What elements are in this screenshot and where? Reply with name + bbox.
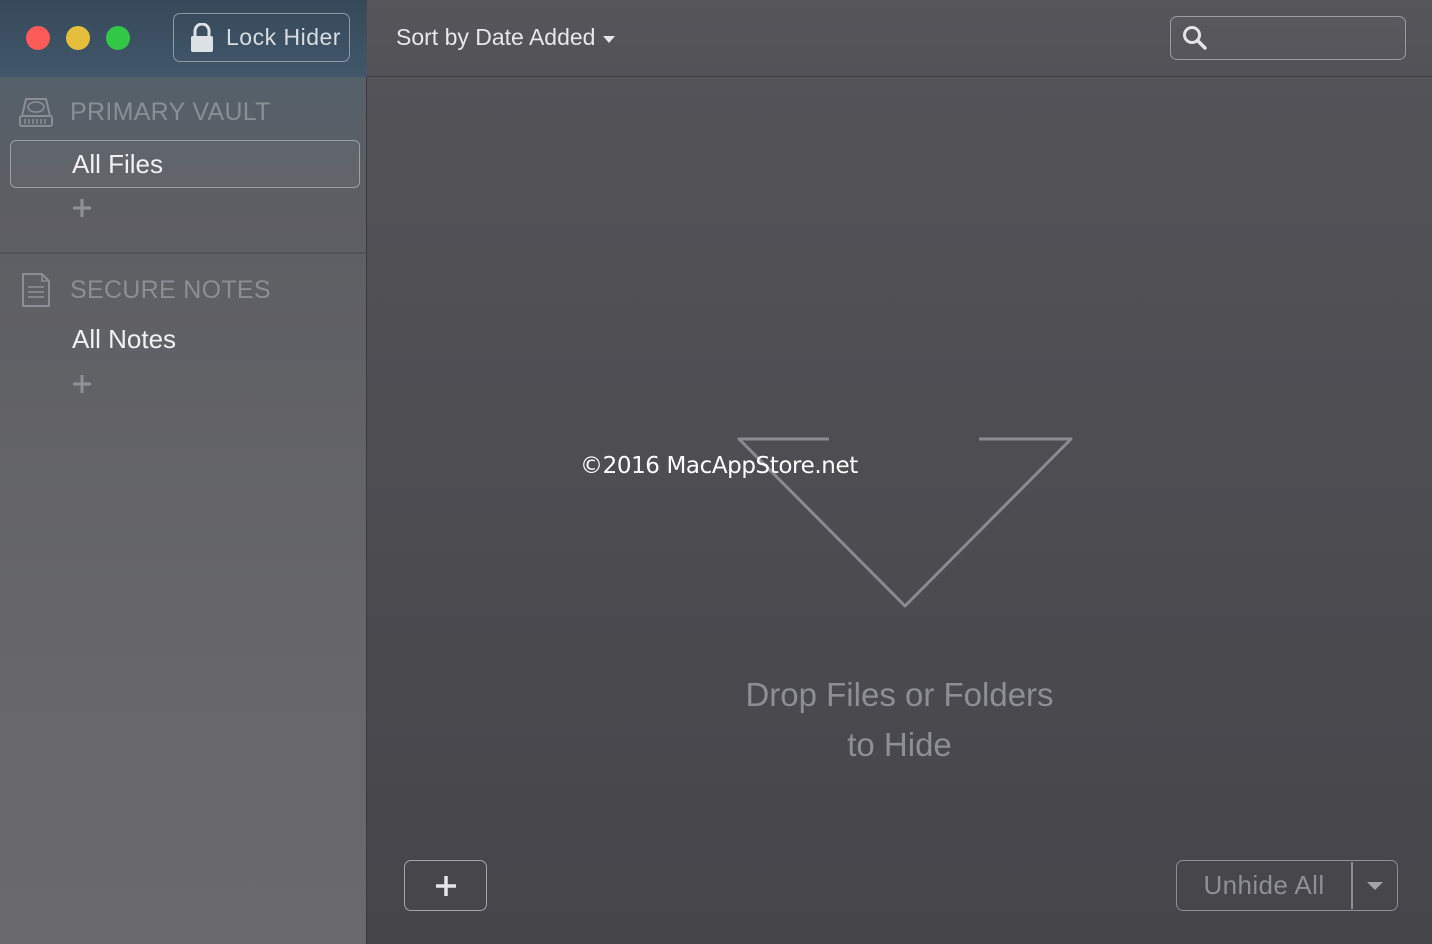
sort-label: Sort by Date Added — [396, 24, 596, 50]
lock-icon — [190, 22, 214, 53]
search-icon — [1182, 25, 1208, 51]
sidebar: Lock Hider PRIMARY VAULT All Files SECUR… — [0, 0, 367, 944]
sidebar-item-all-files[interactable]: All Files — [10, 140, 360, 188]
lock-hider-label: Lock Hider — [226, 24, 341, 50]
chevron-down-icon — [1366, 881, 1383, 890]
secure-notes-header: SECURE NOTES — [18, 272, 271, 308]
toolbar: Sort by Date Added — [367, 0, 1432, 77]
add-vault-folder-button[interactable] — [70, 196, 94, 220]
drop-hint-line2: to Hide — [847, 726, 952, 763]
watermark-text: ©2016 MacAppStore.net — [580, 453, 858, 479]
add-files-button[interactable] — [404, 860, 487, 911]
drop-hint: Drop Files or Folders to Hide — [367, 670, 1432, 770]
zoom-window-button[interactable] — [106, 26, 130, 50]
search-input[interactable] — [1215, 21, 1399, 57]
sidebar-item-label: All Files — [72, 148, 164, 179]
plus-icon — [435, 875, 456, 896]
app-window: Lock Hider PRIMARY VAULT All Files SECUR… — [0, 0, 1432, 944]
lock-hider-button[interactable]: Lock Hider — [173, 13, 350, 62]
sidebar-item-label: All Notes — [72, 324, 177, 354]
sidebar-item-all-notes[interactable]: All Notes — [72, 324, 176, 355]
add-note-button[interactable] — [70, 372, 94, 396]
unhide-options-dropdown[interactable] — [1353, 881, 1398, 890]
main-area: Sort by Date Added ©2016 MacAppStore.net… — [367, 0, 1432, 944]
unhide-all-button[interactable]: Unhide All — [1176, 860, 1398, 911]
chevron-down-icon — [603, 35, 616, 43]
plus-icon — [73, 375, 91, 393]
secure-notes-title: SECURE NOTES — [70, 275, 271, 304]
unhide-all-label: Unhide All — [1203, 870, 1325, 900]
sort-dropdown[interactable]: Sort by Date Added — [396, 24, 616, 51]
primary-vault-title: PRIMARY VAULT — [70, 97, 271, 126]
primary-vault-header: PRIMARY VAULT — [18, 94, 271, 130]
minimize-window-button[interactable] — [66, 26, 90, 50]
drop-hint-line1: Drop Files or Folders — [745, 676, 1054, 713]
hard-drive-icon — [18, 94, 54, 130]
close-window-button[interactable] — [26, 26, 50, 50]
search-field[interactable] — [1170, 16, 1406, 60]
drop-arrow-icon — [737, 220, 1073, 608]
note-icon — [18, 272, 54, 308]
plus-icon — [73, 199, 91, 217]
sidebar-divider — [0, 252, 366, 254]
